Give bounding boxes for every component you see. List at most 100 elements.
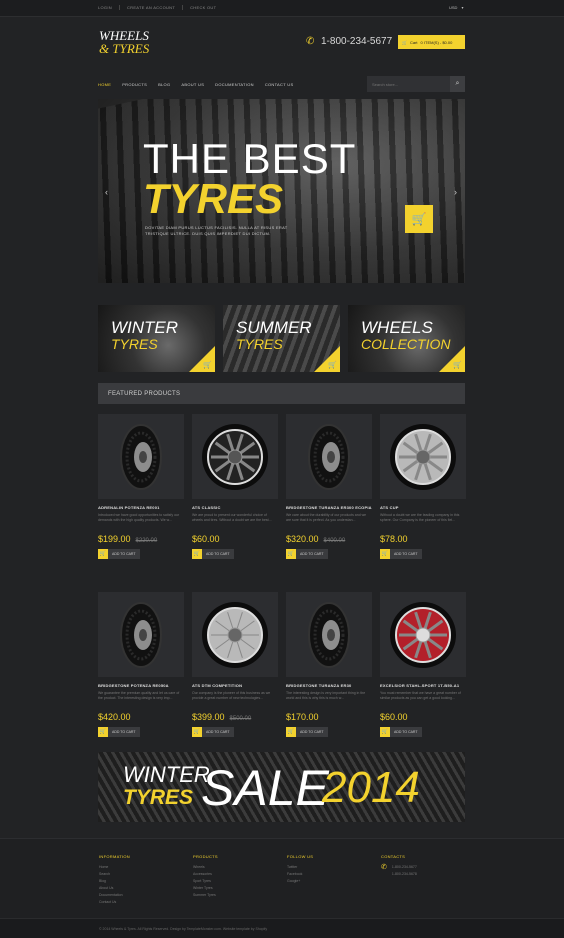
add-to-cart-label: ADD TO CART bbox=[202, 727, 234, 737]
top-bar bbox=[0, 0, 564, 17]
footer-link[interactable]: Contact Us bbox=[99, 899, 130, 906]
product-image[interactable] bbox=[98, 414, 184, 499]
nav-item-about[interactable]: ABOUT US bbox=[181, 82, 204, 87]
cart-icon: 🛒 bbox=[286, 727, 296, 737]
footer-link[interactable]: Accessories bbox=[193, 871, 218, 878]
product-prices: $399.00 $500.00 bbox=[192, 712, 278, 722]
product-card[interactable]: ATS DTM COMPETITION Our company is the pi… bbox=[192, 592, 278, 737]
contact-phones: ✆ 1-800-234-5677 1-800-234-5678 bbox=[381, 864, 417, 878]
product-description: You must remember that we have a great n… bbox=[380, 691, 461, 700]
cart-icon: 🛒 bbox=[453, 362, 462, 369]
product-description: We guarantee the premium quality and let… bbox=[98, 691, 180, 700]
add-to-cart-button[interactable]: 🛒 ADD TO CART bbox=[380, 549, 422, 559]
footer-link[interactable]: Blog bbox=[99, 878, 130, 885]
product-name[interactable]: ATS CLASSIC bbox=[192, 505, 278, 511]
slider-prev-arrow[interactable]: ‹ bbox=[105, 187, 108, 197]
copyright-text: © 2014 Wheels & Tyres. All Rights Reserv… bbox=[99, 927, 268, 931]
footer-link[interactable]: Summer Tyres bbox=[193, 892, 218, 899]
slide-heading: THE BEST bbox=[143, 135, 357, 182]
product-name[interactable]: ATS CUP bbox=[380, 505, 466, 511]
cart-icon: 🛒 bbox=[411, 212, 427, 226]
sale-word-year: 2014 bbox=[322, 763, 420, 812]
banner-subtitle: TYRES bbox=[111, 336, 158, 352]
winter-sale-banner[interactable]: WINTER TYRES SALE 2014 bbox=[98, 752, 465, 822]
footer-link[interactable]: Documentation bbox=[99, 892, 130, 899]
add-to-cart-label: ADD TO CART bbox=[108, 549, 140, 559]
slide-subheading: TYRES bbox=[143, 175, 284, 222]
product-image[interactable] bbox=[380, 414, 466, 499]
add-to-cart-button[interactable]: 🛒 ADD TO CART bbox=[192, 549, 234, 559]
add-to-cart-button[interactable]: 🛒 ADD TO CART bbox=[380, 727, 422, 737]
product-name[interactable]: EXCELSIOR STAHL-SPORT 1T-B50-A1 bbox=[380, 683, 466, 689]
product-card[interactable]: EXCELSIOR STAHL-SPORT 1T-B50-A1 You must … bbox=[380, 592, 466, 737]
add-to-cart-button[interactable]: 🛒 ADD TO CART bbox=[98, 727, 140, 737]
google-plus-link[interactable]: Google+ bbox=[287, 878, 313, 885]
footer-link[interactable]: Winter Tyres bbox=[193, 885, 218, 892]
cart-summary: 0 ITEM(S) - $0.00 bbox=[420, 39, 453, 45]
create-account-link[interactable]: CREATE AN ACCOUNT bbox=[127, 5, 184, 10]
slide-cart-button[interactable]: 🛒 bbox=[405, 205, 433, 233]
nav-item-blog[interactable]: BLOG bbox=[158, 82, 170, 87]
footer-link[interactable]: Wheels bbox=[193, 864, 218, 871]
cart-icon: 🛒 bbox=[328, 362, 337, 369]
product-card[interactable]: ATS CLASSIC We are proud to present our w… bbox=[192, 414, 278, 559]
product-image[interactable] bbox=[98, 592, 184, 677]
product-prices: $199.00 $220.00 bbox=[98, 534, 184, 544]
footer-link[interactable]: Home bbox=[99, 864, 130, 871]
slider-next-arrow[interactable]: › bbox=[454, 187, 457, 197]
cart-icon: 🛒 bbox=[98, 549, 108, 559]
product-card[interactable]: BRIDGESTONE POTENZA RE050A We guarantee t… bbox=[98, 592, 184, 737]
footer-link[interactable]: Sport Tyres bbox=[193, 878, 218, 885]
search-button[interactable]: ⌕ bbox=[450, 76, 465, 92]
product-image[interactable] bbox=[286, 592, 372, 677]
product-name[interactable]: ADRENALIN POTENZA RE001 bbox=[98, 505, 184, 511]
currency-selector[interactable]: USD ▾ bbox=[449, 5, 463, 10]
add-to-cart-button[interactable]: 🛒 ADD TO CART bbox=[286, 549, 328, 559]
cart-label: Cart bbox=[409, 39, 418, 45]
product-name[interactable]: ATS DTM COMPETITION bbox=[192, 683, 278, 689]
twitter-link[interactable]: Twitter bbox=[287, 864, 313, 871]
search-input[interactable] bbox=[367, 76, 450, 92]
cart-icon: 🛒 bbox=[203, 362, 212, 369]
product-price: $320.00 bbox=[286, 534, 319, 544]
product-name[interactable]: BRIDGESTONE TURANZA ER30 bbox=[286, 683, 372, 689]
add-to-cart-button[interactable]: 🛒 ADD TO CART bbox=[192, 727, 234, 737]
banner-wheels-collection[interactable]: WHEELS COLLECTION 🛒 bbox=[348, 305, 465, 372]
product-image[interactable] bbox=[286, 414, 372, 499]
product-card[interactable]: ADRENALIN POTENZA RE001 Introduced we hav… bbox=[98, 414, 184, 559]
footer-link[interactable]: About Us bbox=[99, 885, 130, 892]
banner-winter-tyres[interactable]: WINTER TYRES 🛒 bbox=[98, 305, 215, 372]
product-name[interactable]: BRIDGESTONE TURANZA ER300 ECOPIA bbox=[286, 505, 372, 511]
product-old-price: $220.00 bbox=[135, 538, 158, 544]
product-card[interactable]: BRIDGESTONE TURANZA ER30 The interesting … bbox=[286, 592, 372, 737]
product-image[interactable] bbox=[192, 592, 278, 677]
product-price: $199.00 bbox=[98, 534, 131, 544]
product-prices: $170.00 bbox=[286, 712, 372, 722]
product-image[interactable] bbox=[192, 414, 278, 499]
facebook-link[interactable]: Facebook bbox=[287, 871, 313, 878]
product-card[interactable]: ATS CUP Without a doubt we are the leadin… bbox=[380, 414, 466, 559]
add-to-cart-button[interactable]: 🛒 ADD TO CART bbox=[98, 549, 140, 559]
cart-button[interactable]: 🛒 Cart 0 ITEM(S) - $0.00 bbox=[398, 35, 465, 49]
banner-title: WINTER bbox=[111, 318, 179, 337]
product-image[interactable] bbox=[380, 592, 466, 677]
banner-summer-tyres[interactable]: SUMMER TYRES 🛒 bbox=[223, 305, 340, 372]
product-card[interactable]: BRIDGESTONE TURANZA ER300 ECOPIA We care … bbox=[286, 414, 372, 559]
add-to-cart-button[interactable]: 🛒 ADD TO CART bbox=[286, 727, 328, 737]
currency-value: USD bbox=[449, 5, 458, 10]
footer-products: PRODUCTS Wheels Accessories Sport Tyres … bbox=[193, 854, 218, 899]
product-price: $60.00 bbox=[192, 534, 220, 544]
nav-item-products[interactable]: PRODUCTS bbox=[122, 82, 147, 87]
nav-item-contact[interactable]: CONTACT US bbox=[265, 82, 294, 87]
checkout-link[interactable]: CHECK OUT bbox=[190, 5, 223, 10]
nav-item-home[interactable]: HOME bbox=[98, 82, 111, 87]
copyright-bar: © 2014 Wheels & Tyres. All Rights Reserv… bbox=[0, 918, 564, 938]
add-to-cart-label: ADD TO CART bbox=[296, 549, 328, 559]
footer-link[interactable]: Search bbox=[99, 871, 130, 878]
site-logo[interactable]: WHEELS & TYRES bbox=[99, 29, 149, 55]
nav-item-documentation[interactable]: DOCUMENTATION bbox=[215, 82, 254, 87]
login-link[interactable]: LOGIN bbox=[98, 5, 120, 10]
product-name[interactable]: BRIDGESTONE POTENZA RE050A bbox=[98, 683, 184, 689]
product-prices: $320.00 $400.00 bbox=[286, 534, 372, 544]
product-prices: $78.00 bbox=[380, 534, 466, 544]
